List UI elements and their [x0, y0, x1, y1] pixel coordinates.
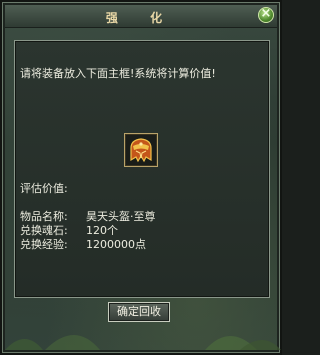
window-title: 强 化	[105, 11, 177, 25]
item-slot[interactable]	[124, 133, 158, 167]
title-bar: 强 化 ×	[5, 5, 277, 28]
golden-helmet-icon	[130, 138, 152, 163]
confirm-recycle-button[interactable]: 确定回收	[108, 302, 170, 322]
instruction-text: 请将装备放入下面主框!系统将计算价值!	[20, 67, 216, 80]
valuation-label: 评估价值:	[20, 182, 68, 195]
experience-label: 兑换经验:	[20, 238, 68, 251]
close-button[interactable]: ×	[258, 6, 274, 23]
experience-value: 1200000点	[86, 238, 146, 251]
close-icon: ×	[260, 6, 272, 21]
